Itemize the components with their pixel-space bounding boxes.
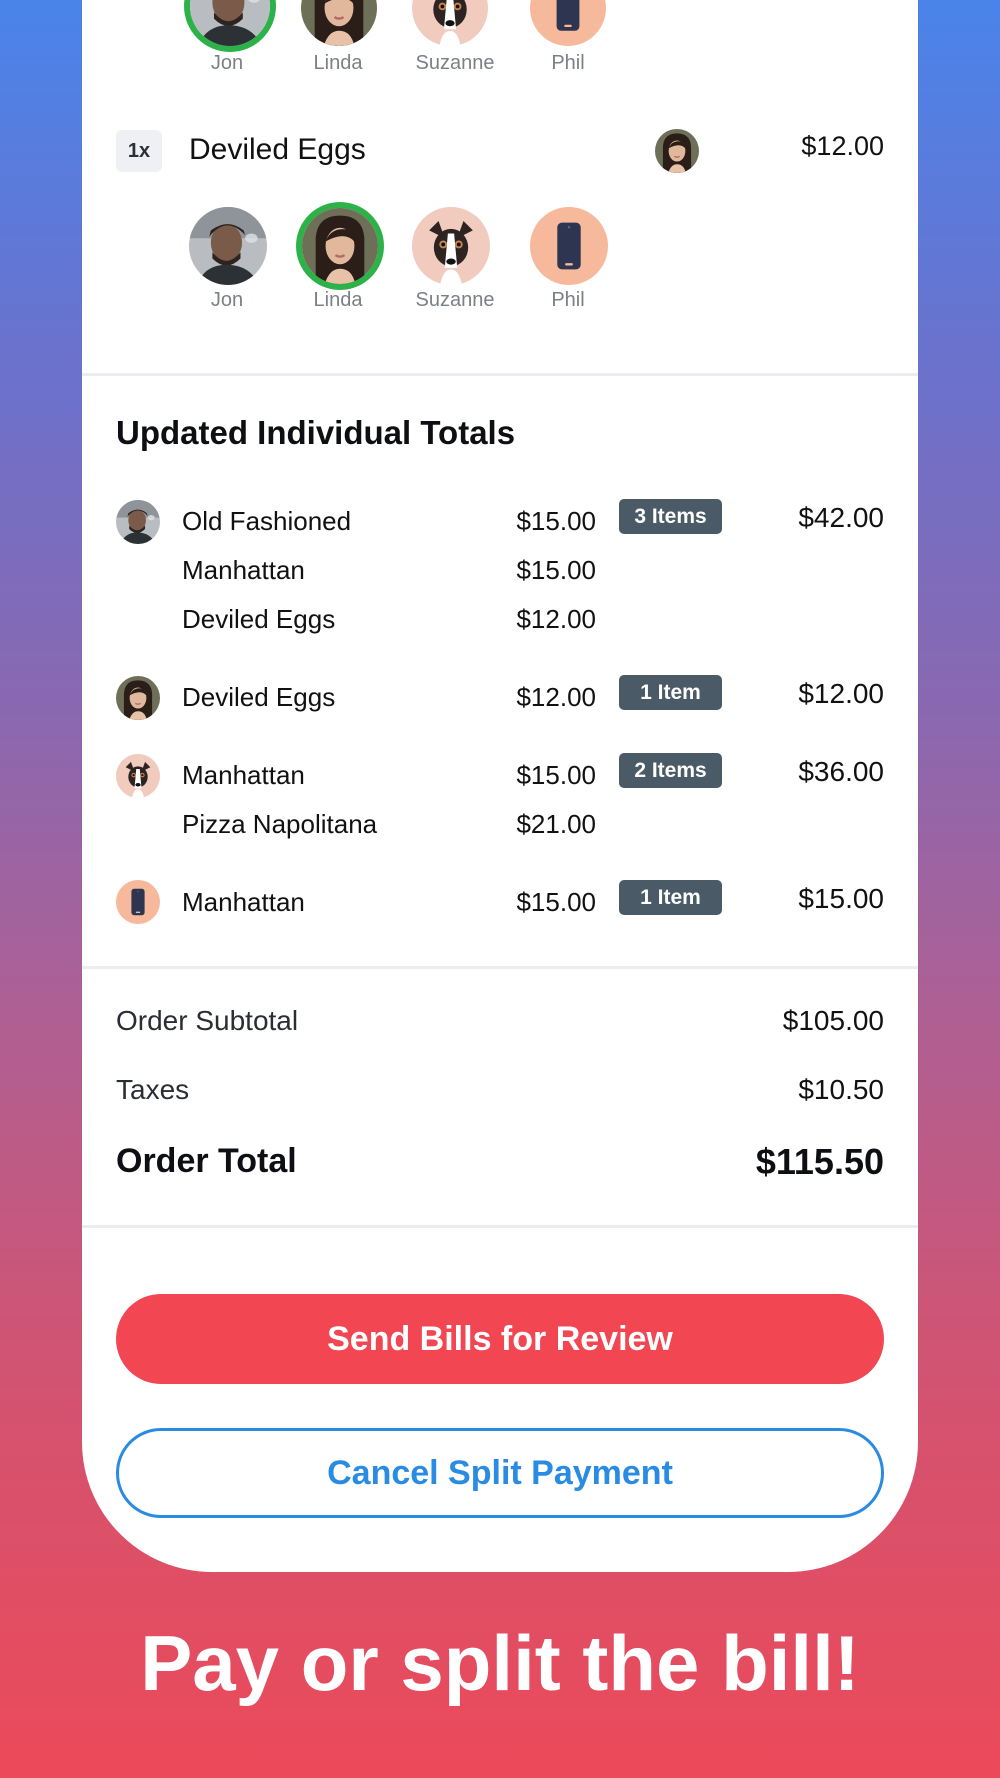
linda-avatar-selected[interactable] [302,208,378,284]
section-title: Updated Individual Totals [116,414,516,451]
order-total-value: $115.50 [755,1141,884,1182]
jon-avatar[interactable] [189,207,267,285]
person-name-suzanne: Suzanne [415,52,495,74]
promo-tagline: Pay or split the bill! [140,1619,860,1707]
item-price: $12.00 [801,131,884,161]
suzanne-avatar[interactable] [412,207,490,285]
subtotal-label: Order Subtotal [116,1005,299,1036]
total-item-price: $21.00 [516,809,596,839]
section-divider [82,1225,918,1228]
phone-icon [116,880,160,924]
phil-avatar[interactable] [530,207,608,285]
taxes-label: Taxes [116,1074,190,1105]
total-item-name: Deviled Eggs [182,604,336,634]
phil-avatar [116,880,160,924]
total-item-name: Manhattan [182,760,305,790]
total-item-price: $12.00 [516,604,596,634]
section-divider [82,966,918,969]
person-name-suzanne: Suzanne [415,289,495,311]
section-divider [82,373,918,376]
woman-photo-icon [116,676,160,720]
person-name-jon: Jon [210,52,244,74]
person-total: $15.00 [798,883,884,914]
cancel-split-button[interactable]: Cancel Split Payment [116,1428,884,1518]
man-photo-icon [189,207,267,285]
total-item-name: Old Fashioned [182,506,352,536]
order-total-label: Order Total [116,1142,297,1180]
total-item-name: Manhattan [182,555,305,585]
jon-avatar [116,500,160,544]
total-item-name: Pizza Napolitana [182,809,378,839]
phone-icon [530,207,608,285]
item-name: Deviled Eggs [189,133,366,166]
total-item-price: $15.00 [516,760,596,790]
total-item-name: Manhattan [182,887,305,917]
person-total: $36.00 [798,756,884,787]
person-name-linda: Linda [313,52,363,74]
man-photo-icon [116,500,160,544]
item-quantity-badge: 1x [116,130,162,172]
taxes-value: $10.50 [798,1074,884,1105]
dog-photo-icon [412,207,490,285]
total-item-price: $15.00 [516,506,596,536]
total-item-price: $15.00 [516,555,596,585]
person-name-jon: Jon [210,289,244,311]
person-name-phil: Phil [551,289,585,311]
person-total: $12.00 [798,678,884,709]
person-name-linda: Linda [313,289,363,311]
person-total: $42.00 [798,502,884,533]
person-name-phil: Phil [551,52,585,74]
dog-photo-icon [116,754,160,798]
send-bills-button[interactable]: Send Bills for Review [116,1294,884,1384]
linda-avatar [116,676,160,720]
woman-photo-icon [302,208,378,284]
total-item-name: Deviled Eggs [182,682,336,712]
total-item-price: $12.00 [516,682,596,712]
suzanne-avatar [116,754,160,798]
subtotal-value: $105.00 [782,1005,884,1036]
total-item-price: $15.00 [516,887,596,917]
